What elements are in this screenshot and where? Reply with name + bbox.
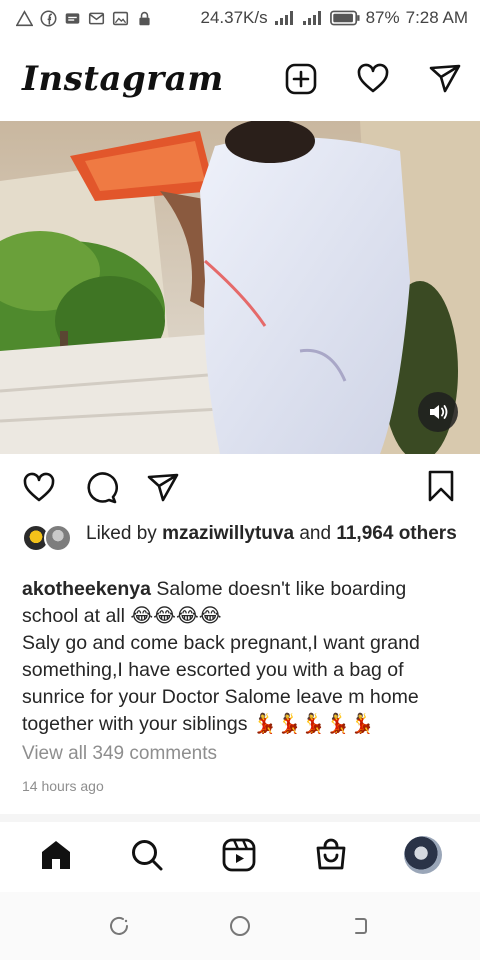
likes-count[interactable]: 11,964 xyxy=(336,523,393,544)
like-icon[interactable] xyxy=(22,471,56,505)
recent-apps-icon[interactable] xyxy=(108,914,132,938)
back-icon[interactable] xyxy=(348,914,372,938)
facebook-icon xyxy=(40,10,57,26)
profile-avatar[interactable] xyxy=(404,836,443,874)
battery-level: 87% xyxy=(365,8,400,27)
post-caption: akotheekenya Salome doesn't like boardin… xyxy=(22,576,462,738)
post-actions xyxy=(0,466,480,510)
home-circle-icon[interactable] xyxy=(228,914,252,938)
bottom-nav xyxy=(0,822,480,888)
status-bar: 24.37K/s 87% 7:28 AM xyxy=(0,0,480,36)
liker-avatars xyxy=(22,522,76,554)
post-actions-left xyxy=(22,471,180,505)
liker-username[interactable]: mzaziwillytuva xyxy=(162,523,294,544)
shop-icon[interactable] xyxy=(313,837,349,873)
post-actions-right xyxy=(424,469,458,508)
status-right: 24.37K/s 87% 7:28 AM xyxy=(200,8,468,28)
likes-text: Liked by mzaziwillytuva and 11,964 other… xyxy=(86,522,457,554)
lock-icon xyxy=(139,11,150,25)
signal-icon xyxy=(302,11,321,25)
header-actions xyxy=(284,62,462,96)
caption-text: Salome doesn't like boarding school at a… xyxy=(22,578,420,735)
battery-icon xyxy=(329,10,360,26)
likes-and: and xyxy=(299,523,332,544)
network-speed: 24.37K/s xyxy=(200,8,268,27)
clock: 7:28 AM xyxy=(405,8,468,27)
notification-icons xyxy=(16,9,153,27)
likes-row[interactable]: Liked by mzaziwillytuva and 11,964 other… xyxy=(22,522,462,554)
direct-message-icon[interactable] xyxy=(428,62,462,96)
new-post-icon[interactable] xyxy=(284,62,318,96)
likes-prefix: Liked by xyxy=(86,523,157,544)
comment-icon[interactable] xyxy=(84,471,118,505)
app-header: Instagram xyxy=(0,44,480,114)
gallery-icon xyxy=(112,11,129,25)
caption-username[interactable]: akotheekenya xyxy=(22,578,151,600)
sound-toggle[interactable] xyxy=(418,392,458,432)
post-video[interactable] xyxy=(0,121,480,454)
message-icon xyxy=(65,12,80,24)
system-nav-bar xyxy=(0,892,480,960)
save-icon[interactable] xyxy=(424,469,458,503)
video-frame xyxy=(0,121,480,454)
avatar xyxy=(44,524,72,552)
signal-icon xyxy=(274,11,293,25)
alert-triangle-icon xyxy=(16,9,33,26)
likes-suffix[interactable]: others xyxy=(399,523,457,544)
speaker-icon xyxy=(430,405,448,419)
divider xyxy=(0,814,480,822)
view-comments-link[interactable]: View all 349 comments xyxy=(22,743,217,765)
gmail-icon xyxy=(88,12,105,24)
share-icon[interactable] xyxy=(146,471,180,505)
reels-icon[interactable] xyxy=(221,837,257,873)
instagram-logo[interactable]: Instagram xyxy=(22,59,224,99)
post-timestamp: 14 hours ago xyxy=(22,778,104,794)
search-icon[interactable] xyxy=(129,837,165,873)
home-icon[interactable] xyxy=(38,837,74,873)
heart-icon[interactable] xyxy=(356,62,390,96)
